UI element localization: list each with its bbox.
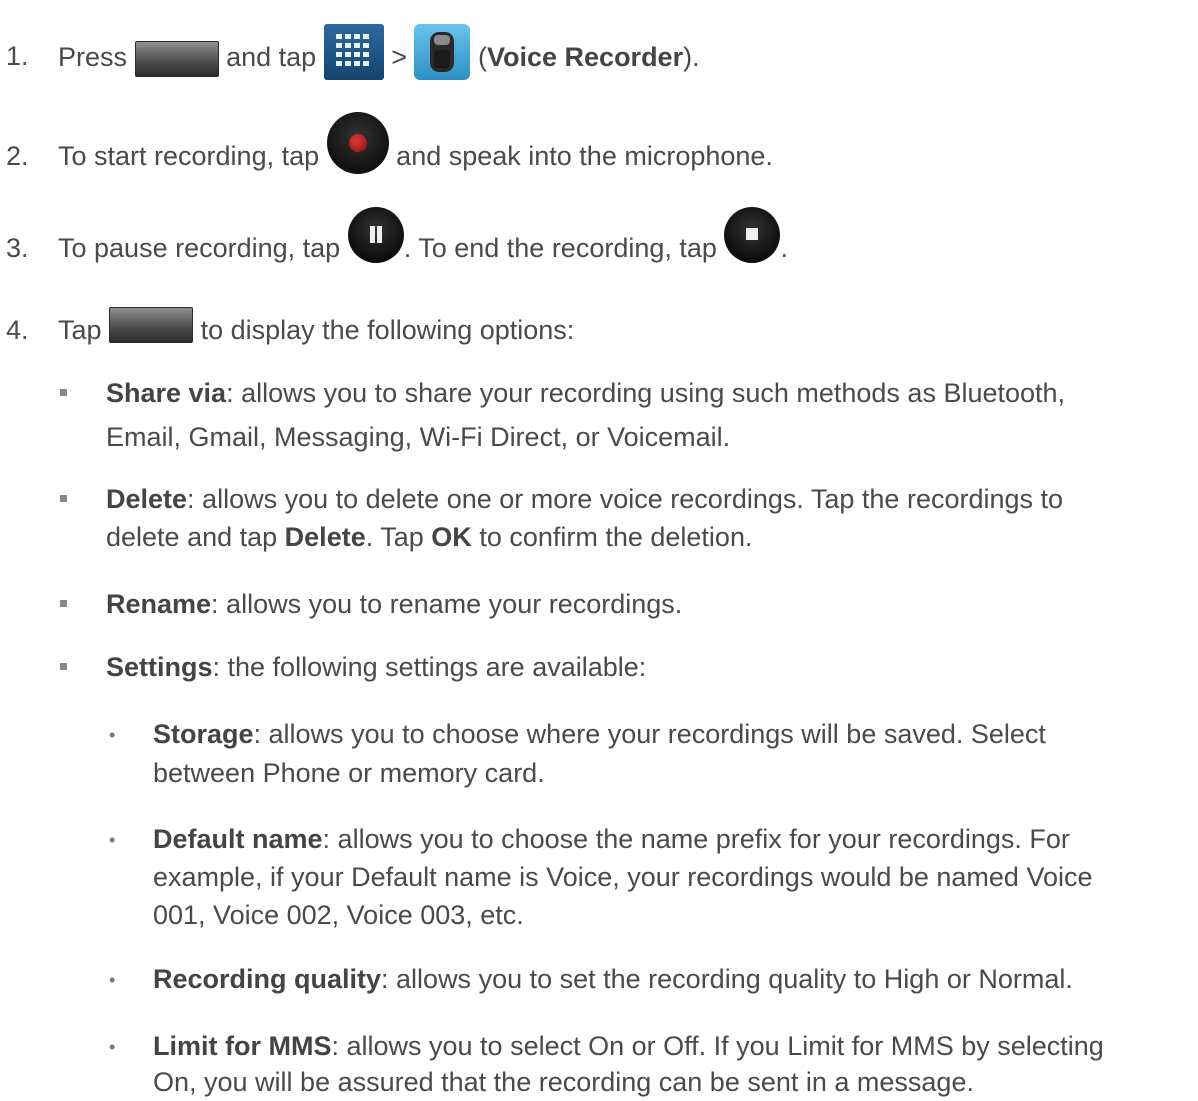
option-delete: Delete: allows you to delete one or more… (106, 484, 1064, 514)
record-icon (326, 111, 389, 174)
step-text: . To end the recording, tap (403, 233, 717, 263)
menu-key-icon (109, 306, 194, 343)
step-number: 2. (6, 141, 29, 171)
setting-limit-mms-cont: On, you will be assured that the recordi… (153, 1067, 974, 1097)
option-delete-cont: delete and tap Delete. Tap OK to confirm… (106, 522, 753, 552)
setting-storage-cont: between Phone or memory card. (153, 758, 545, 788)
option-share: Share via: allows you to share your reco… (106, 378, 1066, 408)
setting-default-name-cont: 001, Voice 002, Voice 003, etc. (153, 900, 524, 930)
step-text: To start recording, tap (58, 141, 320, 171)
step-text: to display the following options: (200, 315, 575, 345)
voice-recorder-icon (414, 24, 471, 80)
round-bullet: • (109, 970, 116, 990)
step-text: and speak into the microphone. (396, 141, 773, 171)
square-bullet (60, 389, 67, 396)
step-number: 1. (6, 41, 29, 71)
home-key-icon (134, 41, 219, 77)
round-bullet: • (109, 830, 116, 850)
round-bullet: • (109, 725, 116, 745)
separator: > (391, 42, 407, 73)
setting-default-name: Default name: allows you to choose the n… (153, 824, 1070, 854)
step-text: Press (58, 42, 128, 73)
option-share-cont: Email, Gmail, Messaging, Wi-Fi Direct, o… (106, 422, 731, 452)
step-text: To pause recording, tap (58, 233, 341, 263)
square-bullet (60, 600, 67, 607)
apps-icon (323, 24, 384, 80)
step-number: 3. (6, 233, 29, 263)
option-settings: Settings: the following settings are ava… (106, 652, 647, 682)
setting-default-name-cont: example, if your Default name is Voice, … (153, 862, 1093, 892)
pause-icon (347, 206, 404, 263)
app-name: Voice Recorder (487, 42, 684, 73)
step-text: Tap (58, 315, 102, 345)
square-bullet (60, 663, 67, 670)
option-rename: Rename: allows you to rename your record… (106, 589, 683, 619)
setting-storage: Storage: allows you to choose where your… (153, 719, 1046, 749)
square-bullet (60, 495, 67, 502)
setting-limit-mms: Limit for MMS: allows you to select On o… (153, 1031, 1104, 1061)
round-bullet: • (109, 1037, 116, 1057)
stop-icon (724, 206, 781, 263)
step-text: and tap (226, 42, 317, 73)
step-number: 4. (6, 315, 29, 345)
setting-recording-quality: Recording quality: allows you to set the… (153, 964, 1073, 994)
